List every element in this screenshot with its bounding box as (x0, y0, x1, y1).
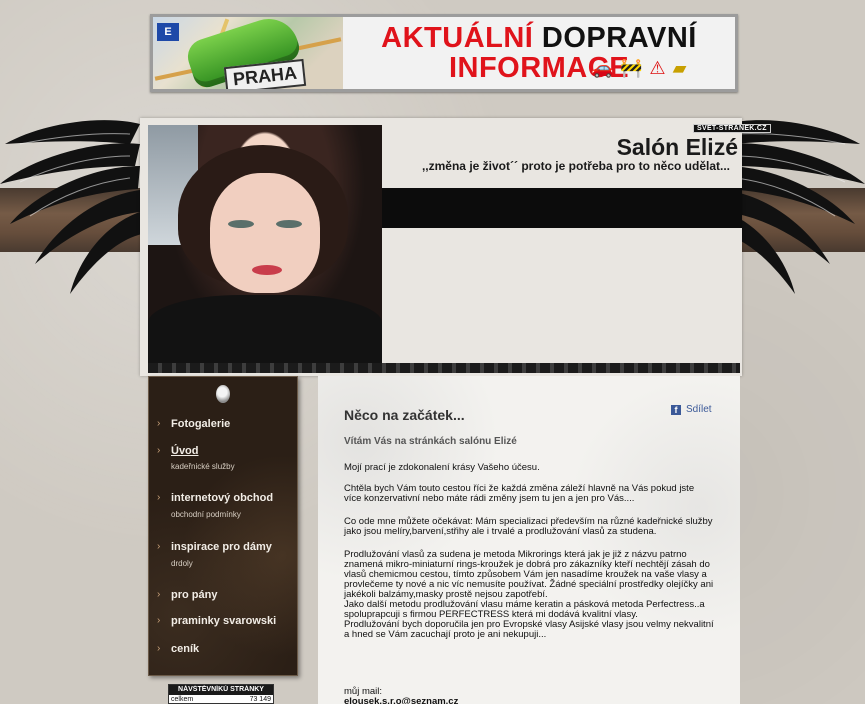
visitor-counter-value: 73 149 (249, 696, 271, 703)
page-title: Něco na začátek... (344, 407, 465, 423)
paragraph: Prodlužování vlasů za sudena je metoda M… (344, 549, 714, 640)
mail-value[interactable]: elousek.s.r.o@seznam.cz (344, 696, 458, 704)
sidebar-subitem-label[interactable]: kadeřnické služby (171, 462, 235, 471)
sidebar-item-label[interactable]: Fotogalerie (171, 418, 230, 430)
chevron-right-icon: › (157, 418, 161, 429)
header-divider (148, 363, 740, 373)
chevron-right-icon: › (157, 541, 161, 552)
chevron-right-icon: › (157, 643, 161, 654)
banner-map-image: E PRAHA (153, 17, 343, 89)
warning-icon: ⚠ (649, 58, 666, 78)
sidebar-item-label[interactable]: praminky svarowski (171, 615, 276, 627)
header-photo (148, 125, 382, 363)
barrier-icon: ▰ (672, 58, 687, 78)
left-wing-decoration (0, 120, 142, 294)
roadworks-icon: 🚧 (620, 58, 643, 78)
paragraph: Chtěla bych Vám touto cestou říci že kaž… (344, 483, 695, 504)
paragraph: Mojí prací je zdokonalení krásy Vašeho ú… (344, 462, 540, 473)
main-content (318, 376, 740, 704)
car-crash-icon: 🚗 (591, 58, 614, 78)
visitor-counter-label: celkem (171, 696, 194, 703)
facebook-share-button[interactable]: f Sdílet (671, 404, 712, 415)
sidebar-item-label[interactable]: pro pány (171, 589, 217, 601)
site-subtitle: ,,změna je život´´ proto je potřeba pro … (421, 159, 730, 173)
header-black-strip (382, 188, 742, 228)
visitor-counter-row: celkem 73 149 (169, 695, 273, 703)
banner-icons: 🚗 🚧 ⚠ ▰ (591, 55, 686, 81)
sidebar-item-label[interactable]: ceník (171, 643, 199, 655)
visitor-counter-heading: NÁVŠTĚVNÍKŮ STRÁNKY (169, 685, 273, 695)
site-badge[interactable]: SVET-STRANEK.CZ (693, 124, 771, 133)
banner-title-part2: DOPRAVNÍ (541, 22, 697, 54)
share-label[interactable]: Sdílet (686, 404, 712, 415)
pin-icon (216, 385, 230, 403)
chevron-right-icon: › (157, 589, 161, 600)
sidebar-item-label[interactable]: inspirace pro dámy (171, 541, 272, 553)
facebook-icon: f (671, 404, 681, 415)
chevron-right-icon: › (157, 615, 161, 626)
eu-badge: E (157, 23, 179, 41)
traffic-info-banner[interactable]: E PRAHA AKTUÁLNÍ DOPRAVNÍ INFORMACE 🚗 🚧 … (150, 14, 738, 92)
sidebar-subitem-label[interactable]: obchodní podmínky (171, 510, 241, 519)
banner-title-part1: AKTUÁLNÍ (381, 22, 534, 54)
visitor-counter: NÁVŠTĚVNÍKŮ STRÁNKY celkem 73 149 (168, 684, 274, 704)
chevron-right-icon: › (157, 445, 161, 456)
paragraph: Co ode mne můžete očekávat: Mám speciali… (344, 516, 713, 537)
chevron-right-icon: › (157, 492, 161, 503)
sidebar-item-label[interactable]: Úvod (171, 445, 199, 457)
welcome-text: Vítám Vás na stránkách salónu Elizé (344, 436, 517, 447)
sidebar-subitem-label[interactable]: drdoly (171, 559, 193, 568)
sidebar-item-label[interactable]: internetový obchod (171, 492, 273, 504)
site-title: Salón Elizé (616, 134, 738, 160)
